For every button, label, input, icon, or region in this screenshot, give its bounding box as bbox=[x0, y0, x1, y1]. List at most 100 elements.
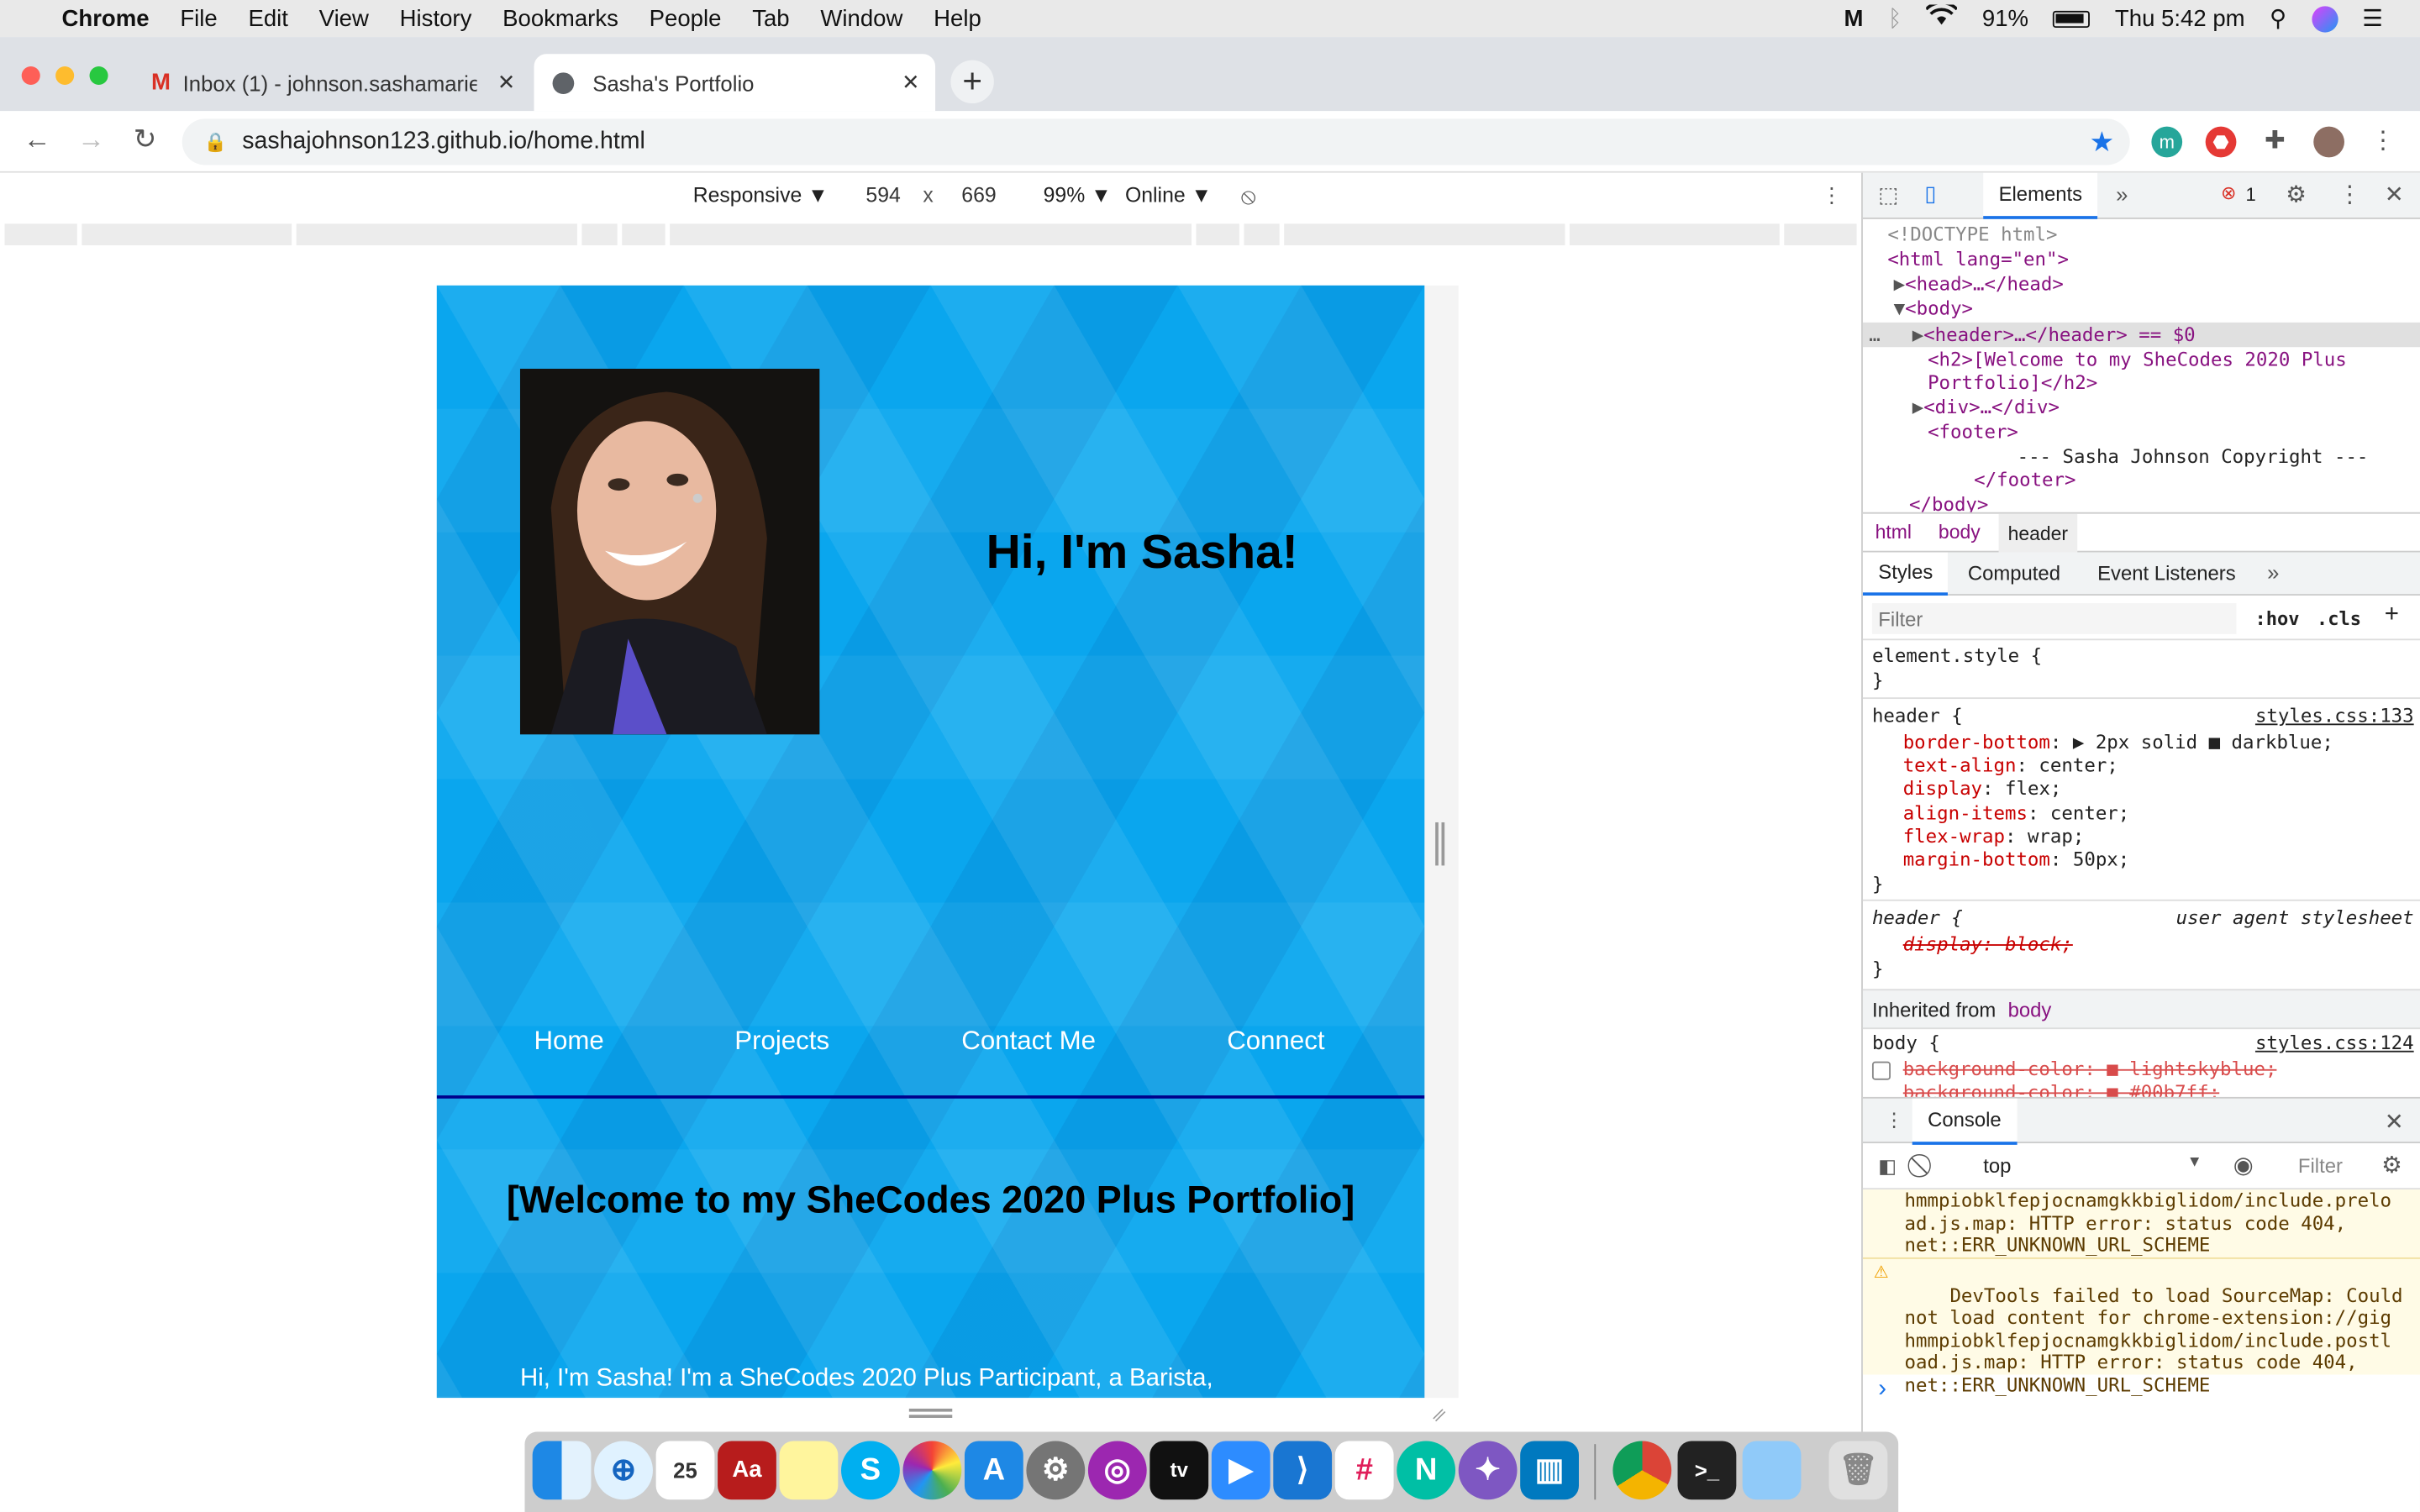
menu-help[interactable]: Help bbox=[934, 5, 981, 31]
spotlight-search-icon[interactable]: ⚲ bbox=[2270, 5, 2286, 33]
resize-handle-bottom[interactable] bbox=[908, 1408, 953, 1418]
media-query-segment[interactable] bbox=[1784, 223, 1857, 246]
new-style-rule-icon[interactable]: + bbox=[2385, 601, 2399, 629]
chrome-menu-icon[interactable]: ⋮ bbox=[2368, 127, 2399, 158]
styles-filter-input[interactable] bbox=[1871, 603, 2237, 634]
media-query-segment[interactable] bbox=[296, 223, 577, 246]
media-query-segment[interactable] bbox=[670, 223, 1192, 246]
media-query-segment[interactable] bbox=[622, 223, 666, 246]
settings-gear-icon[interactable]: ⚙ bbox=[2286, 181, 2307, 208]
element-style-selector[interactable]: element.style { bbox=[1872, 645, 2042, 667]
dom-head[interactable]: ▶<head>…</head> bbox=[1894, 273, 2064, 295]
css-declaration[interactable]: border-bottom: ▶ 2px solid ■ darkblue; bbox=[1903, 732, 2333, 753]
breadcrumb-header[interactable]: header bbox=[1998, 513, 2078, 554]
dom-doctype[interactable]: <!DOCTYPE html> bbox=[1887, 223, 2057, 245]
expand-triangle-icon[interactable]: ▶ bbox=[1894, 273, 1905, 295]
css-declaration[interactable]: display: flex; bbox=[1903, 778, 2062, 800]
media-query-segment[interactable] bbox=[82, 223, 292, 246]
dom-html[interactable]: <html lang="en"> bbox=[1887, 249, 2069, 270]
trello-icon[interactable]: ▥ bbox=[1520, 1441, 1579, 1500]
eye-icon[interactable]: ◉ bbox=[2233, 1151, 2254, 1179]
tab-styles[interactable]: Styles bbox=[1862, 552, 1949, 596]
malwarebytes-icon[interactable]: M bbox=[1844, 5, 1863, 31]
context-selector[interactable]: top bbox=[1983, 1154, 2011, 1178]
inherited-body-link[interactable]: body bbox=[2008, 998, 2052, 1021]
minimize-window-button[interactable] bbox=[55, 66, 75, 86]
node-ellipsis-icon[interactable]: … bbox=[1869, 324, 1880, 346]
notes-icon[interactable] bbox=[779, 1441, 839, 1500]
css-declaration[interactable]: margin-bottom: 50px; bbox=[1903, 848, 2130, 870]
zoom-dropdown[interactable]: 99% ▼ bbox=[1044, 184, 1112, 207]
dom-header-selected[interactable]: ▶<header>…</header> == $0 bbox=[1912, 324, 2196, 346]
trash-icon[interactable]: 🗑 bbox=[1828, 1441, 1888, 1500]
forward-arrow-icon[interactable]: → bbox=[72, 123, 109, 156]
photos-icon[interactable] bbox=[902, 1441, 962, 1500]
tab-computed[interactable]: Computed bbox=[1968, 562, 2060, 585]
css-declaration[interactable]: flex-wrap: wrap; bbox=[1903, 826, 2085, 848]
siri-icon[interactable] bbox=[2311, 5, 2338, 32]
collapse-triangle-icon[interactable]: ▼ bbox=[1894, 297, 1905, 319]
system-preferences-icon[interactable]: ⚙ bbox=[1026, 1441, 1086, 1500]
finder-icon[interactable] bbox=[532, 1441, 592, 1500]
dom-div[interactable]: ▶<div>…</div> bbox=[1912, 396, 2060, 418]
body-rule-source-link[interactable]: styles.css:124 bbox=[2255, 1032, 2414, 1054]
close-drawer-icon[interactable]: ✕ bbox=[2385, 1108, 2404, 1136]
tab-portfolio[interactable]: Sasha's Portfolio ✕ bbox=[534, 54, 936, 112]
drawer-menu-icon[interactable]: ⋮ bbox=[1885, 1108, 1904, 1131]
notification-center-icon[interactable]: ☰ bbox=[2362, 5, 2383, 33]
dom-footer-text[interactable]: --- Sasha Johnson Copyright --- bbox=[2018, 446, 2369, 468]
console-prompt[interactable]: › bbox=[1878, 1376, 1886, 1404]
slack-icon[interactable]: # bbox=[1334, 1441, 1394, 1500]
address-bar[interactable]: 🔒 sashajohnson123.github.io/home.html ★ bbox=[182, 118, 2130, 165]
sidebar-toggle-icon[interactable]: ◧ bbox=[1878, 1154, 1897, 1178]
declaration-checkbox[interactable] bbox=[1871, 1061, 1891, 1080]
close-tab-icon[interactable]: ✕ bbox=[497, 70, 516, 96]
devtools-menu-icon[interactable]: ⋮ bbox=[2338, 181, 2362, 208]
cls-toggle[interactable]: .cls bbox=[2317, 608, 2361, 630]
breadcrumb-body[interactable]: body bbox=[1939, 522, 1981, 543]
close-window-button[interactable] bbox=[21, 66, 40, 86]
body-rule-selector[interactable]: body { bbox=[1872, 1032, 1940, 1054]
terminal-icon[interactable]: >_ bbox=[1677, 1441, 1737, 1500]
nav-link-connect[interactable]: Connect bbox=[1227, 1026, 1324, 1057]
media-query-segment[interactable] bbox=[4, 223, 77, 246]
skype-icon[interactable]: S bbox=[841, 1441, 900, 1500]
clock[interactable]: Thu 5:42 pm bbox=[2115, 5, 2245, 31]
lock-icon[interactable]: 🔒 bbox=[203, 131, 226, 153]
battery-icon[interactable] bbox=[2053, 9, 2091, 28]
more-style-tabs-icon[interactable]: » bbox=[2267, 560, 2279, 585]
console-settings-icon[interactable]: ⚙ bbox=[2381, 1151, 2402, 1179]
responsive-dropdown[interactable]: Responsive ▼ bbox=[693, 184, 829, 207]
resize-handle-right[interactable] bbox=[1435, 822, 1445, 866]
podcasts-icon[interactable]: ◎ bbox=[1087, 1441, 1147, 1500]
tab-elements[interactable]: Elements bbox=[1983, 172, 2098, 219]
menu-app-name[interactable]: Chrome bbox=[61, 5, 149, 31]
header-rule-source-link[interactable]: styles.css:133 bbox=[2255, 705, 2414, 727]
body-bg-declaration[interactable]: background-color: ■ #00b7ff; bbox=[1903, 1082, 2220, 1097]
breadcrumb-html[interactable]: html bbox=[1876, 522, 1912, 543]
dom-h2-cont[interactable]: Portfolio]</h2> bbox=[1928, 372, 2097, 394]
error-count-icon[interactable]: ⊗ bbox=[2221, 182, 2236, 204]
zoom-icon[interactable]: ▶ bbox=[1211, 1441, 1270, 1500]
zoom-window-button[interactable] bbox=[89, 66, 108, 86]
dom-h2[interactable]: <h2>[Welcome to my SheCodes 2020 Plus bbox=[1928, 349, 2347, 370]
vscode-icon[interactable]: ⟩ bbox=[1273, 1441, 1333, 1500]
menu-people[interactable]: People bbox=[650, 5, 722, 31]
rotate-icon[interactable]: ⦸ bbox=[1241, 184, 1256, 210]
reload-icon[interactable]: ↻ bbox=[127, 123, 164, 156]
profile-avatar[interactable] bbox=[2313, 126, 2344, 158]
device-toggle-icon[interactable]: ▯ bbox=[1924, 181, 1936, 207]
menu-tab[interactable]: Tab bbox=[752, 5, 789, 31]
nimbus-icon[interactable]: N bbox=[1397, 1441, 1456, 1500]
media-query-segment[interactable] bbox=[1284, 223, 1565, 246]
css-declaration[interactable]: align-items: center; bbox=[1903, 802, 2130, 824]
menu-bookmarks[interactable]: Bookmarks bbox=[502, 5, 618, 31]
body-bg-declaration[interactable]: background-color: ■ lightskyblue; bbox=[1903, 1058, 2277, 1080]
dom-body[interactable]: ▼<body> bbox=[1894, 297, 1973, 319]
bluetooth-icon[interactable]: ᛒ bbox=[1888, 5, 1902, 31]
menu-edit[interactable]: Edit bbox=[248, 5, 287, 31]
media-query-segment[interactable] bbox=[1244, 223, 1280, 246]
dom-footer-close[interactable]: </footer> bbox=[1974, 469, 2075, 491]
console-filter-input[interactable]: Filter bbox=[2298, 1154, 2343, 1178]
menu-file[interactable]: File bbox=[180, 5, 217, 31]
